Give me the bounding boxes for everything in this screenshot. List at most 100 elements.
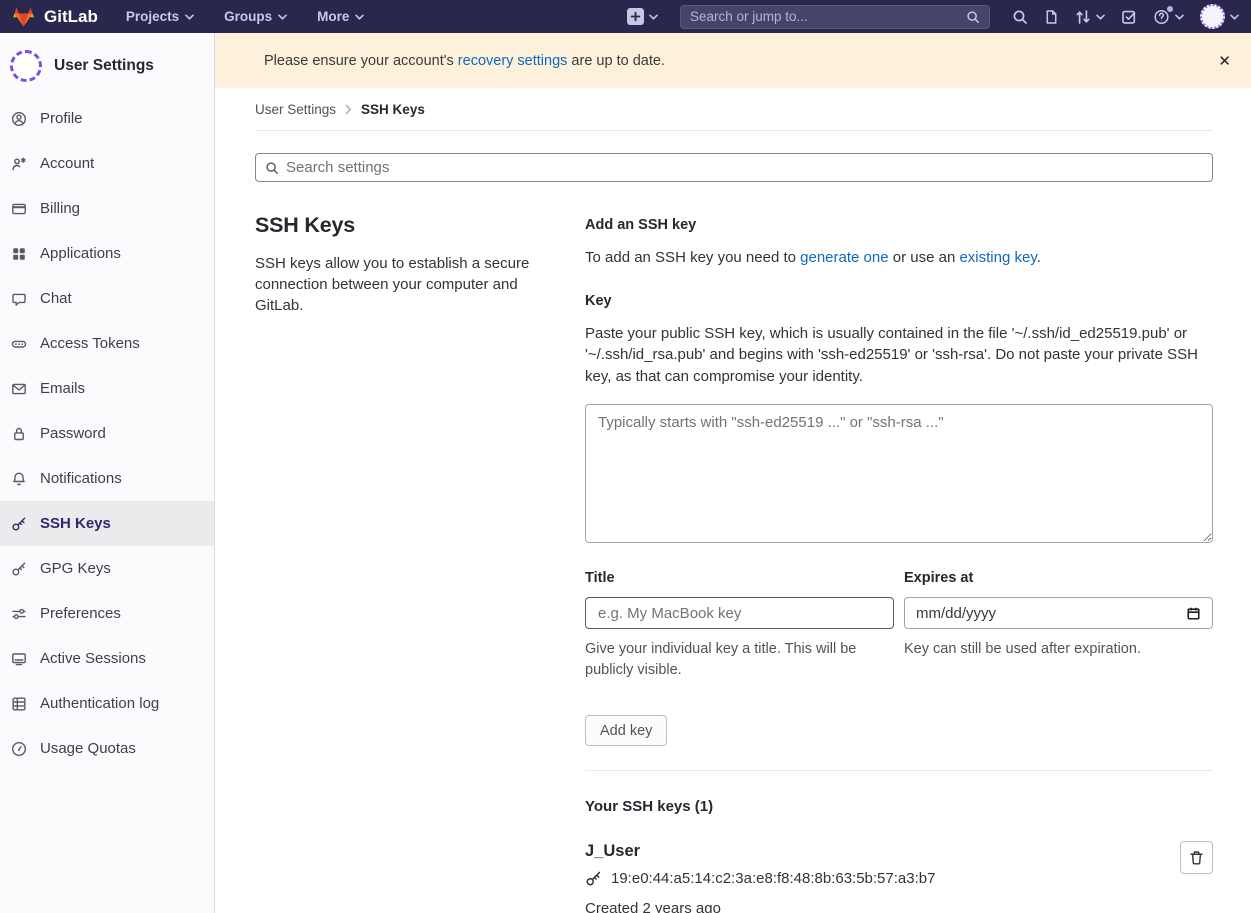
- sidebar-item-chat[interactable]: Chat: [0, 276, 214, 321]
- issues-icon[interactable]: [1044, 9, 1059, 25]
- add-ssh-key-intro: To add an SSH key you need to generate o…: [585, 247, 1213, 269]
- trash-icon: [1189, 850, 1204, 866]
- ssh-key-textarea[interactable]: [585, 404, 1213, 543]
- sidebar-item-label: Emails: [40, 380, 85, 397]
- recovery-settings-link[interactable]: recovery settings: [458, 53, 568, 69]
- chat-icon: [11, 291, 27, 307]
- gitlab-logo[interactable]: GitLab: [12, 6, 98, 28]
- sidebar-item-preferences[interactable]: Preferences: [0, 591, 214, 636]
- help-icon: [1153, 8, 1170, 25]
- navbar-right: [627, 4, 1239, 29]
- sidebar-item-password[interactable]: Password: [0, 411, 214, 456]
- preferences-icon: [11, 606, 27, 622]
- main-content: Please ensure your account's recovery se…: [215, 33, 1251, 913]
- title-help-text: Give your individual key a title. This w…: [585, 639, 894, 681]
- sidebar-item-label: Chat: [40, 290, 72, 307]
- alert-text-before: Please ensure your account's: [264, 53, 458, 69]
- sidebar-item-profile[interactable]: Profile: [0, 96, 214, 141]
- settings-sidebar: User Settings Profile Account Billing Ap…: [0, 33, 215, 913]
- search-icon: [966, 10, 980, 24]
- sidebar-nav: Profile Account Billing Applications Cha…: [0, 96, 214, 771]
- search-settings-box[interactable]: [255, 153, 1213, 182]
- intro-text: To add an SSH key you need to: [585, 249, 800, 266]
- new-menu-button[interactable]: [627, 8, 658, 25]
- add-key-button[interactable]: Add key: [585, 715, 667, 746]
- breadcrumb-ssh-keys: SSH Keys: [361, 102, 425, 117]
- sidebar-item-label: Account: [40, 155, 94, 172]
- sidebar-item-applications[interactable]: Applications: [0, 231, 214, 276]
- global-search-box[interactable]: [680, 5, 990, 29]
- password-icon: [11, 426, 27, 442]
- avatar: [10, 50, 42, 82]
- todos-icon[interactable]: [1121, 9, 1137, 25]
- alert-text-after: are up to date.: [567, 53, 665, 69]
- global-search-input[interactable]: [690, 9, 966, 24]
- navbar-item-more[interactable]: More: [317, 9, 364, 24]
- sidebar-item-access-tokens[interactable]: Access Tokens: [0, 321, 214, 366]
- usage-quotas-icon: [11, 741, 27, 757]
- sidebar-item-usage-quotas[interactable]: Usage Quotas: [0, 726, 214, 771]
- key-help-text: Paste your public SSH key, which is usua…: [585, 323, 1213, 388]
- sidebar-item-ssh-keys[interactable]: SSH Keys: [0, 501, 214, 546]
- sidebar-title: User Settings: [54, 57, 154, 75]
- key-fingerprint: 19:e0:44:a5:14:c2:3a:e8:f8:48:8b:63:5b:5…: [611, 870, 935, 887]
- avatar: [1200, 4, 1225, 29]
- sidebar-item-label: Access Tokens: [40, 335, 140, 352]
- sidebar-item-label: Active Sessions: [40, 650, 146, 667]
- sidebar-item-active-sessions[interactable]: Active Sessions: [0, 636, 214, 681]
- sidebar-item-billing[interactable]: Billing: [0, 186, 214, 231]
- merge-request-icon: [1075, 9, 1091, 25]
- notifications-icon: [11, 471, 27, 487]
- delete-key-button[interactable]: [1180, 841, 1213, 874]
- sidebar-item-account[interactable]: Account: [0, 141, 214, 186]
- sidebar-item-label: Profile: [40, 110, 83, 127]
- breadcrumb-user-settings[interactable]: User Settings: [255, 102, 336, 117]
- merge-requests-button[interactable]: [1075, 9, 1105, 25]
- sidebar-item-label: Billing: [40, 200, 80, 217]
- navbar-item-groups[interactable]: Groups: [224, 9, 287, 24]
- your-ssh-keys-heading: Your SSH keys (1): [585, 798, 1213, 815]
- navbar-item-label: Projects: [126, 9, 179, 24]
- chevron-down-icon: [1175, 14, 1184, 20]
- search-settings-input[interactable]: [286, 159, 1203, 176]
- chevron-down-icon: [1230, 14, 1239, 20]
- sidebar-header: User Settings: [0, 33, 214, 96]
- existing-key-link[interactable]: existing key: [959, 249, 1036, 266]
- breadcrumb: User Settings SSH Keys: [255, 102, 1213, 131]
- sidebar-item-notifications[interactable]: Notifications: [0, 456, 214, 501]
- key-created: Created 2 years ago: [585, 900, 1157, 913]
- page-title: SSH Keys: [255, 213, 545, 238]
- sidebar-item-label: Preferences: [40, 605, 121, 622]
- key-fingerprint-row: 19:e0:44:a5:14:c2:3a:e8:f8:48:8b:63:5b:5…: [585, 870, 1157, 887]
- generate-one-link[interactable]: generate one: [800, 249, 888, 266]
- key-title-input[interactable]: [585, 597, 894, 629]
- calendar-icon[interactable]: [1186, 606, 1201, 621]
- page-description: SSH keys allow you to establish a secure…: [255, 253, 545, 316]
- navbar-item-projects[interactable]: Projects: [126, 9, 194, 24]
- section-divider: [585, 770, 1213, 771]
- navbar-menu: Projects Groups More: [126, 9, 365, 24]
- sidebar-item-authentication-log[interactable]: Authentication log: [0, 681, 214, 726]
- chevron-down-icon: [185, 14, 194, 20]
- emails-icon: [11, 381, 27, 397]
- navbar-item-label: Groups: [224, 9, 272, 24]
- expires-field-group: Expires at mm/dd/yyyy Key can still be u…: [904, 570, 1213, 681]
- sidebar-item-label: GPG Keys: [40, 560, 111, 577]
- ssh-key-list-item: J_User 19:e0:44:a5:14:c2:3a:e8:f8:48:8b:…: [585, 842, 1213, 913]
- applications-icon: [11, 246, 27, 262]
- expires-date-input[interactable]: mm/dd/yyyy: [904, 597, 1213, 629]
- user-menu-button[interactable]: [1200, 4, 1239, 29]
- title-label: Title: [585, 570, 894, 586]
- key-icon: [11, 516, 27, 532]
- sidebar-item-gpg-keys[interactable]: GPG Keys: [0, 546, 214, 591]
- search-icon[interactable]: [1012, 9, 1028, 25]
- plus-square-icon: [627, 8, 644, 25]
- gitlab-tanuki-icon: [12, 6, 35, 28]
- date-placeholder: mm/dd/yyyy: [916, 605, 996, 622]
- sidebar-item-label: Usage Quotas: [40, 740, 136, 757]
- sidebar-item-emails[interactable]: Emails: [0, 366, 214, 411]
- help-menu-button[interactable]: [1153, 8, 1184, 25]
- sidebar-item-label: Authentication log: [40, 695, 159, 712]
- close-icon[interactable]: ✕: [1218, 52, 1231, 70]
- search-icon: [265, 161, 279, 175]
